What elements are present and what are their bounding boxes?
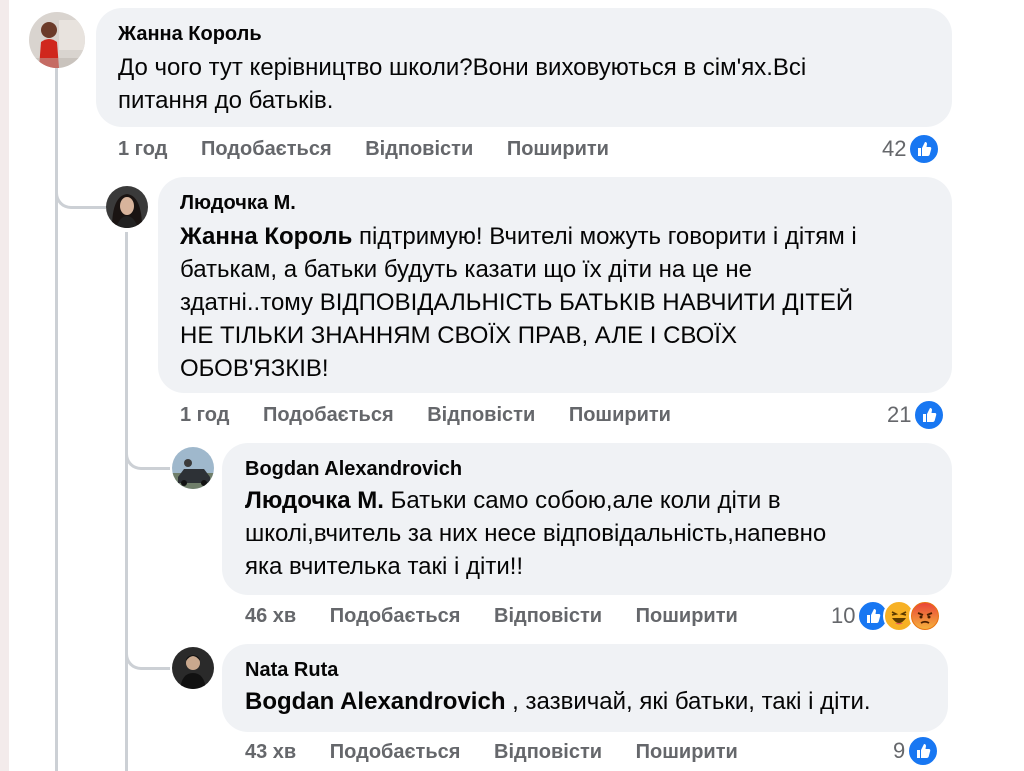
reactions-summary[interactable]: 42	[882, 133, 941, 165]
comment-text-line: батькам, а батьки будуть казати що їх ді…	[180, 256, 753, 283]
comment-text: До чого тут керівництво школи?Вони вихов…	[118, 51, 806, 117]
reactions-summary[interactable]: 21	[887, 399, 946, 431]
avatar-photo-icon	[29, 12, 85, 68]
thread-elbow-reply-2	[125, 425, 170, 470]
comment-meta: 43 хв Подобається Відповісти Поширити	[245, 741, 766, 764]
avatar[interactable]	[172, 647, 214, 689]
comment-text: Людочка М. Батьки само собою,але коли ді…	[245, 484, 826, 583]
mention-link[interactable]: Bogdan Alexandrovich	[245, 688, 505, 715]
like-icon	[913, 399, 946, 431]
comment-time[interactable]: 1 год	[180, 404, 229, 426]
reactions-summary[interactable]: 10	[831, 600, 942, 632]
avatar[interactable]	[29, 12, 85, 68]
like-icon	[907, 735, 940, 767]
thread-elbow-reply-3	[125, 625, 170, 670]
comment-text-line: яка вчителька такі і діти!!	[245, 553, 524, 580]
reaction-count: 10	[831, 603, 856, 628]
comment-text-line: підтримую! Вчителі можуть говорити і діт…	[352, 223, 857, 250]
comment-text-line: питання до батьків.	[118, 87, 334, 114]
comment-text-line: До чого тут керівництво школи?Вони вихов…	[118, 54, 807, 81]
like-button[interactable]: Подобається	[263, 404, 394, 426]
mention-link[interactable]: Людочка М.	[245, 487, 384, 514]
share-button[interactable]: Поширити	[569, 404, 671, 426]
comment-text: Жанна Король підтримую! Вчителі можуть г…	[180, 220, 857, 385]
reply-button[interactable]: Відповісти	[427, 404, 535, 426]
avatar[interactable]	[106, 186, 148, 228]
reaction-count: 42	[882, 136, 907, 161]
comment-text-line: ОБОВ'ЯЗКІВ!	[180, 355, 329, 382]
comment-text-line: НЕ ТІЛЬКИ ЗНАННЯМ СВОЇХ ПРАВ, АЛЕ І СВОЇ…	[180, 322, 737, 349]
comment-author[interactable]: Bogdan Alexandrovich	[245, 458, 462, 481]
angry-icon	[909, 600, 942, 632]
like-icon	[908, 133, 941, 165]
reply-button[interactable]: Відповісти	[494, 605, 602, 627]
comment-time[interactable]: 46 хв	[245, 605, 296, 627]
share-button[interactable]: Поширити	[636, 605, 738, 627]
comment-text: Bogdan Alexandrovich , зазвичай, які бат…	[245, 685, 871, 718]
share-button[interactable]: Поширити	[636, 741, 738, 763]
reaction-count: 9	[893, 738, 906, 763]
like-button[interactable]: Подобається	[330, 741, 461, 763]
avatar-photo-icon	[172, 647, 214, 689]
comment-meta: 1 год Подобається Відповісти Поширити	[180, 404, 699, 427]
avatar-photo-icon	[172, 447, 214, 489]
comment-meta: 46 хв Подобається Відповісти Поширити	[245, 605, 766, 628]
comment-text-line: , зазвичай, які батьки, такі і діти.	[505, 688, 871, 715]
comment-author[interactable]: Людочка М.	[180, 192, 296, 215]
comment-text-line: Батьки само собою,але коли діти в	[383, 487, 781, 514]
comment-time[interactable]: 43 хв	[245, 741, 296, 763]
avatar[interactable]	[172, 447, 214, 489]
page-edge	[0, 0, 9, 771]
comment-text-line: здатні..тому ВІДПОВІДАЛЬНІСТЬ БАТЬКІВ НА…	[180, 289, 854, 316]
reply-button[interactable]: Відповісти	[365, 138, 473, 160]
comment-author[interactable]: Жанна Король	[118, 23, 262, 46]
like-button[interactable]: Подобається	[201, 138, 332, 160]
comment-text-line: школі,вчитель за них несе відповідальніс…	[245, 520, 827, 547]
comment-meta: 1 год Подобається Відповісти Поширити	[118, 138, 637, 161]
reaction-count: 21	[887, 402, 912, 427]
thread-elbow-reply-1	[55, 160, 106, 209]
avatar-photo-icon	[106, 186, 148, 228]
reactions-summary[interactable]: 9	[893, 735, 940, 767]
comment-time[interactable]: 1 год	[118, 138, 167, 160]
mention-link[interactable]: Жанна Король	[180, 223, 352, 250]
thread-line-nested	[125, 232, 128, 771]
like-button[interactable]: Подобається	[330, 605, 461, 627]
reply-button[interactable]: Відповісти	[494, 741, 602, 763]
comment-author[interactable]: Nata Ruta	[245, 659, 338, 682]
share-button[interactable]: Поширити	[507, 138, 609, 160]
